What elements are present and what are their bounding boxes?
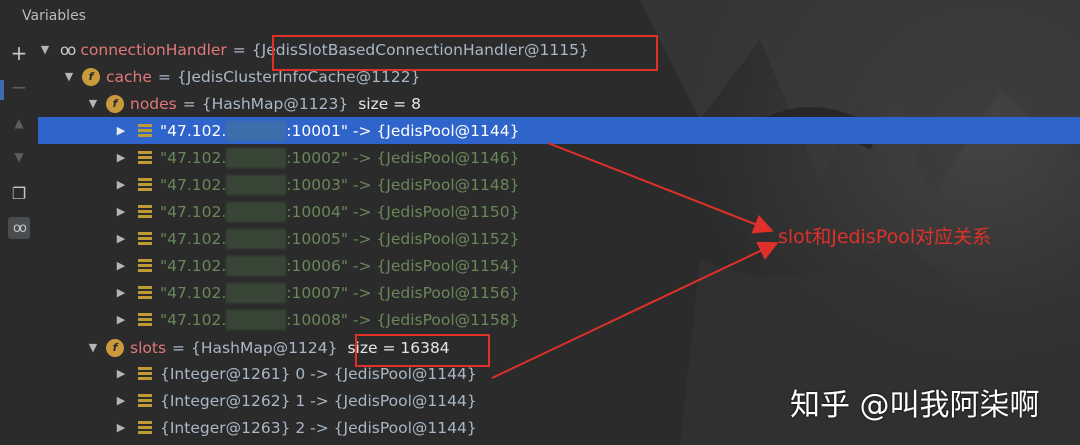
entry-key-suffix: :10003" -> {JedisPool@1148}	[286, 175, 520, 194]
slot-entry-text: {Integer@1263} 2 -> {JedisPool@1144}	[160, 418, 477, 437]
watch-glasses-icon: oo	[60, 40, 76, 59]
toolbar-accent	[0, 80, 4, 100]
collapse-triangle-icon[interactable]: ▶	[114, 313, 128, 326]
operator: =	[232, 40, 246, 59]
map-entry-icon	[138, 393, 152, 408]
entry-key-prefix: "47.102.	[160, 202, 227, 221]
variable-name: connectionHandler	[80, 40, 227, 59]
variable-name: slots	[130, 338, 167, 357]
variable-value: {JedisClusterInfoCache@1122}	[176, 67, 421, 86]
redacted-ip	[226, 147, 287, 168]
entry-key-suffix: :10006" -> {JedisPool@1154}	[286, 256, 520, 275]
collapse-triangle-icon[interactable]: ▶	[114, 232, 128, 245]
expand-triangle-icon[interactable]: ▼	[38, 43, 52, 56]
variable-value: {JedisSlotBasedConnectionHandler@1115}	[251, 40, 589, 59]
operator: =	[182, 94, 196, 113]
annotation-label: slot和JedisPool对应关系	[778, 226, 992, 248]
slot-entry-text: {Integer@1262} 1 -> {JedisPool@1144}	[160, 391, 477, 410]
tree-row-slots[interactable]: ▼ f slots = {HashMap@1124} size = 16384	[38, 334, 1080, 361]
map-entry-icon	[138, 231, 152, 246]
tree-row-connection-handler[interactable]: ▼ oo connectionHandler = {JedisSlotBased…	[38, 36, 1080, 63]
tree-row-nodes[interactable]: ▼ f nodes = {HashMap@1123} size = 8	[38, 90, 1080, 117]
entry-key-prefix: "47.102.	[160, 283, 227, 302]
collapse-triangle-icon[interactable]: ▶	[114, 367, 128, 380]
tree-row-cache[interactable]: ▼ f cache = {JedisClusterInfoCache@1122}	[38, 63, 1080, 90]
tree-row-node-entry[interactable]: ▶ "47.102. :10003" -> {JedisPool@1148}	[38, 171, 1080, 198]
entry-key-suffix: :10005" -> {JedisPool@1152}	[286, 229, 520, 248]
panel-title: Variables	[22, 8, 86, 24]
move-up-icon[interactable]: ▲	[8, 112, 30, 134]
debug-toolbar: + − ▲ ▼ ❐ oo	[0, 34, 38, 445]
expand-triangle-icon[interactable]: ▼	[86, 341, 100, 354]
watermark: 知乎 @叫我阿柒啊	[790, 388, 1040, 423]
move-down-icon[interactable]: ▼	[8, 146, 30, 168]
slot-entry-text: {Integer@1261} 0 -> {JedisPool@1144}	[160, 364, 477, 383]
variable-value: {HashMap@1124}	[191, 338, 338, 357]
entry-key-prefix: "47.102.	[160, 229, 227, 248]
entry-key-prefix: "47.102.	[160, 310, 227, 329]
entry-key-prefix: "47.102.	[160, 175, 227, 194]
field-icon: f	[106, 338, 124, 357]
collapse-triangle-icon[interactable]: ▶	[114, 394, 128, 407]
redacted-ip	[226, 228, 287, 249]
size-label: size = 8	[358, 94, 421, 113]
entry-key-prefix: "47.102.	[160, 148, 227, 167]
remove-icon[interactable]: −	[8, 75, 30, 99]
tree-row-node-entry[interactable]: ▶ "47.102. :10008" -> {JedisPool@1158}	[38, 306, 1080, 333]
entry-key-suffix: :10001" -> {JedisPool@1144}	[286, 121, 520, 140]
collapse-triangle-icon[interactable]: ▶	[114, 124, 128, 137]
field-icon: f	[82, 67, 100, 86]
glasses-icon[interactable]: oo	[8, 217, 30, 239]
operator: =	[157, 67, 171, 86]
entry-key-suffix: :10004" -> {JedisPool@1150}	[286, 202, 520, 221]
redacted-ip	[226, 174, 287, 195]
redacted-ip	[226, 282, 287, 303]
map-entry-icon	[138, 420, 152, 435]
map-entry-icon	[138, 285, 152, 300]
entry-key-suffix: :10007" -> {JedisPool@1156}	[286, 283, 520, 302]
expand-triangle-icon[interactable]: ▼	[62, 70, 76, 83]
entry-key-suffix: :10008" -> {JedisPool@1158}	[286, 310, 520, 329]
field-icon: f	[106, 94, 124, 113]
tree-row-node-entry[interactable]: ▶ "47.102. :10004" -> {JedisPool@1150}	[38, 198, 1080, 225]
map-entry-icon	[138, 258, 152, 273]
collapse-triangle-icon[interactable]: ▶	[114, 205, 128, 218]
map-entry-icon	[138, 204, 152, 219]
operator: =	[172, 338, 186, 357]
map-entry-icon	[138, 177, 152, 192]
variable-name: cache	[106, 67, 152, 86]
entry-key-suffix: :10002" -> {JedisPool@1146}	[286, 148, 520, 167]
collapse-triangle-icon[interactable]: ▶	[114, 286, 128, 299]
collapse-triangle-icon[interactable]: ▶	[114, 259, 128, 272]
tree-row-node-entry[interactable]: ▶ "47.102. :10001" -> {JedisPool@1144}	[38, 117, 1080, 144]
collapse-triangle-icon[interactable]: ▶	[114, 178, 128, 191]
map-entry-icon	[138, 366, 152, 381]
tree-row-node-entry[interactable]: ▶ "47.102. :10006" -> {JedisPool@1154}	[38, 252, 1080, 279]
map-entry-icon	[138, 150, 152, 165]
expand-triangle-icon[interactable]: ▼	[86, 97, 100, 110]
redacted-ip	[226, 120, 287, 141]
tree-row-node-entry[interactable]: ▶ "47.102. :10007" -> {JedisPool@1156}	[38, 279, 1080, 306]
tree-row-node-entry[interactable]: ▶ "47.102. :10002" -> {JedisPool@1146}	[38, 144, 1080, 171]
map-entry-icon	[138, 123, 152, 138]
copy-icon[interactable]: ❐	[8, 182, 30, 204]
collapse-triangle-icon[interactable]: ▶	[114, 421, 128, 434]
variable-value: {HashMap@1123}	[201, 94, 349, 113]
entry-key-prefix: "47.102.	[160, 256, 227, 275]
variable-name: nodes	[130, 94, 177, 113]
collapse-triangle-icon[interactable]: ▶	[114, 151, 128, 164]
map-entry-icon	[138, 312, 152, 327]
redacted-ip	[226, 309, 287, 330]
size-label: size = 16384	[347, 338, 450, 357]
redacted-ip	[226, 201, 287, 222]
add-icon[interactable]: +	[8, 41, 30, 65]
entry-key-prefix: "47.102.	[160, 121, 227, 140]
redacted-ip	[226, 255, 287, 276]
